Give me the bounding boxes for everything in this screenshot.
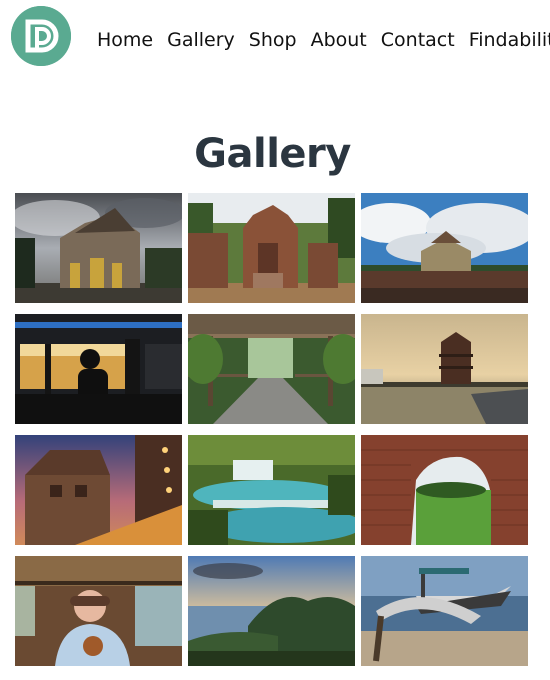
nav-about[interactable]: About — [311, 28, 367, 52]
main-nav: Home Gallery Shop About Contact Findabil… — [97, 28, 550, 52]
gallery-photo[interactable] — [15, 556, 182, 666]
child-boat-photo-image — [15, 556, 182, 666]
train-silhouette-photo-image — [15, 314, 182, 424]
gallery-photo[interactable] — [188, 314, 355, 424]
pagoda-photo-image — [361, 314, 528, 424]
nav-contact[interactable]: Contact — [381, 28, 455, 52]
site-logo[interactable] — [11, 6, 71, 66]
ruins-photo-image — [188, 193, 355, 303]
gallery-photo[interactable] — [15, 435, 182, 545]
beach-boat-photo-image — [361, 556, 528, 666]
site-header: Home Gallery Shop About Contact Findabil… — [0, 0, 550, 80]
nav-home[interactable]: Home — [97, 28, 153, 52]
gallery-photo[interactable] — [188, 193, 355, 303]
gate-photo-image — [15, 193, 182, 303]
gallery-photo[interactable] — [15, 314, 182, 424]
page-title: Gallery — [194, 130, 351, 177]
photo-gallery-grid — [15, 193, 528, 666]
gallery-photo[interactable] — [188, 435, 355, 545]
nav-shop[interactable]: Shop — [249, 28, 297, 52]
nav-findability[interactable]: Findability — [469, 28, 550, 52]
gallery-photo[interactable] — [361, 435, 528, 545]
stilt-house-photo-image — [15, 435, 182, 545]
gallery-photo[interactable] — [15, 193, 182, 303]
brick-window-photo-image — [361, 435, 528, 545]
waterfall-photo-image — [188, 435, 355, 545]
gallery-photo[interactable] — [188, 556, 355, 666]
gallery-photo[interactable] — [361, 556, 528, 666]
gallery-photo[interactable] — [361, 193, 528, 303]
nav-gallery[interactable]: Gallery — [167, 28, 235, 52]
coastal-hills-photo-image — [188, 556, 355, 666]
dp-monogram-icon — [11, 6, 71, 66]
walkway-photo-image — [188, 314, 355, 424]
citadel-photo-image — [361, 193, 528, 303]
gallery-photo[interactable] — [361, 314, 528, 424]
